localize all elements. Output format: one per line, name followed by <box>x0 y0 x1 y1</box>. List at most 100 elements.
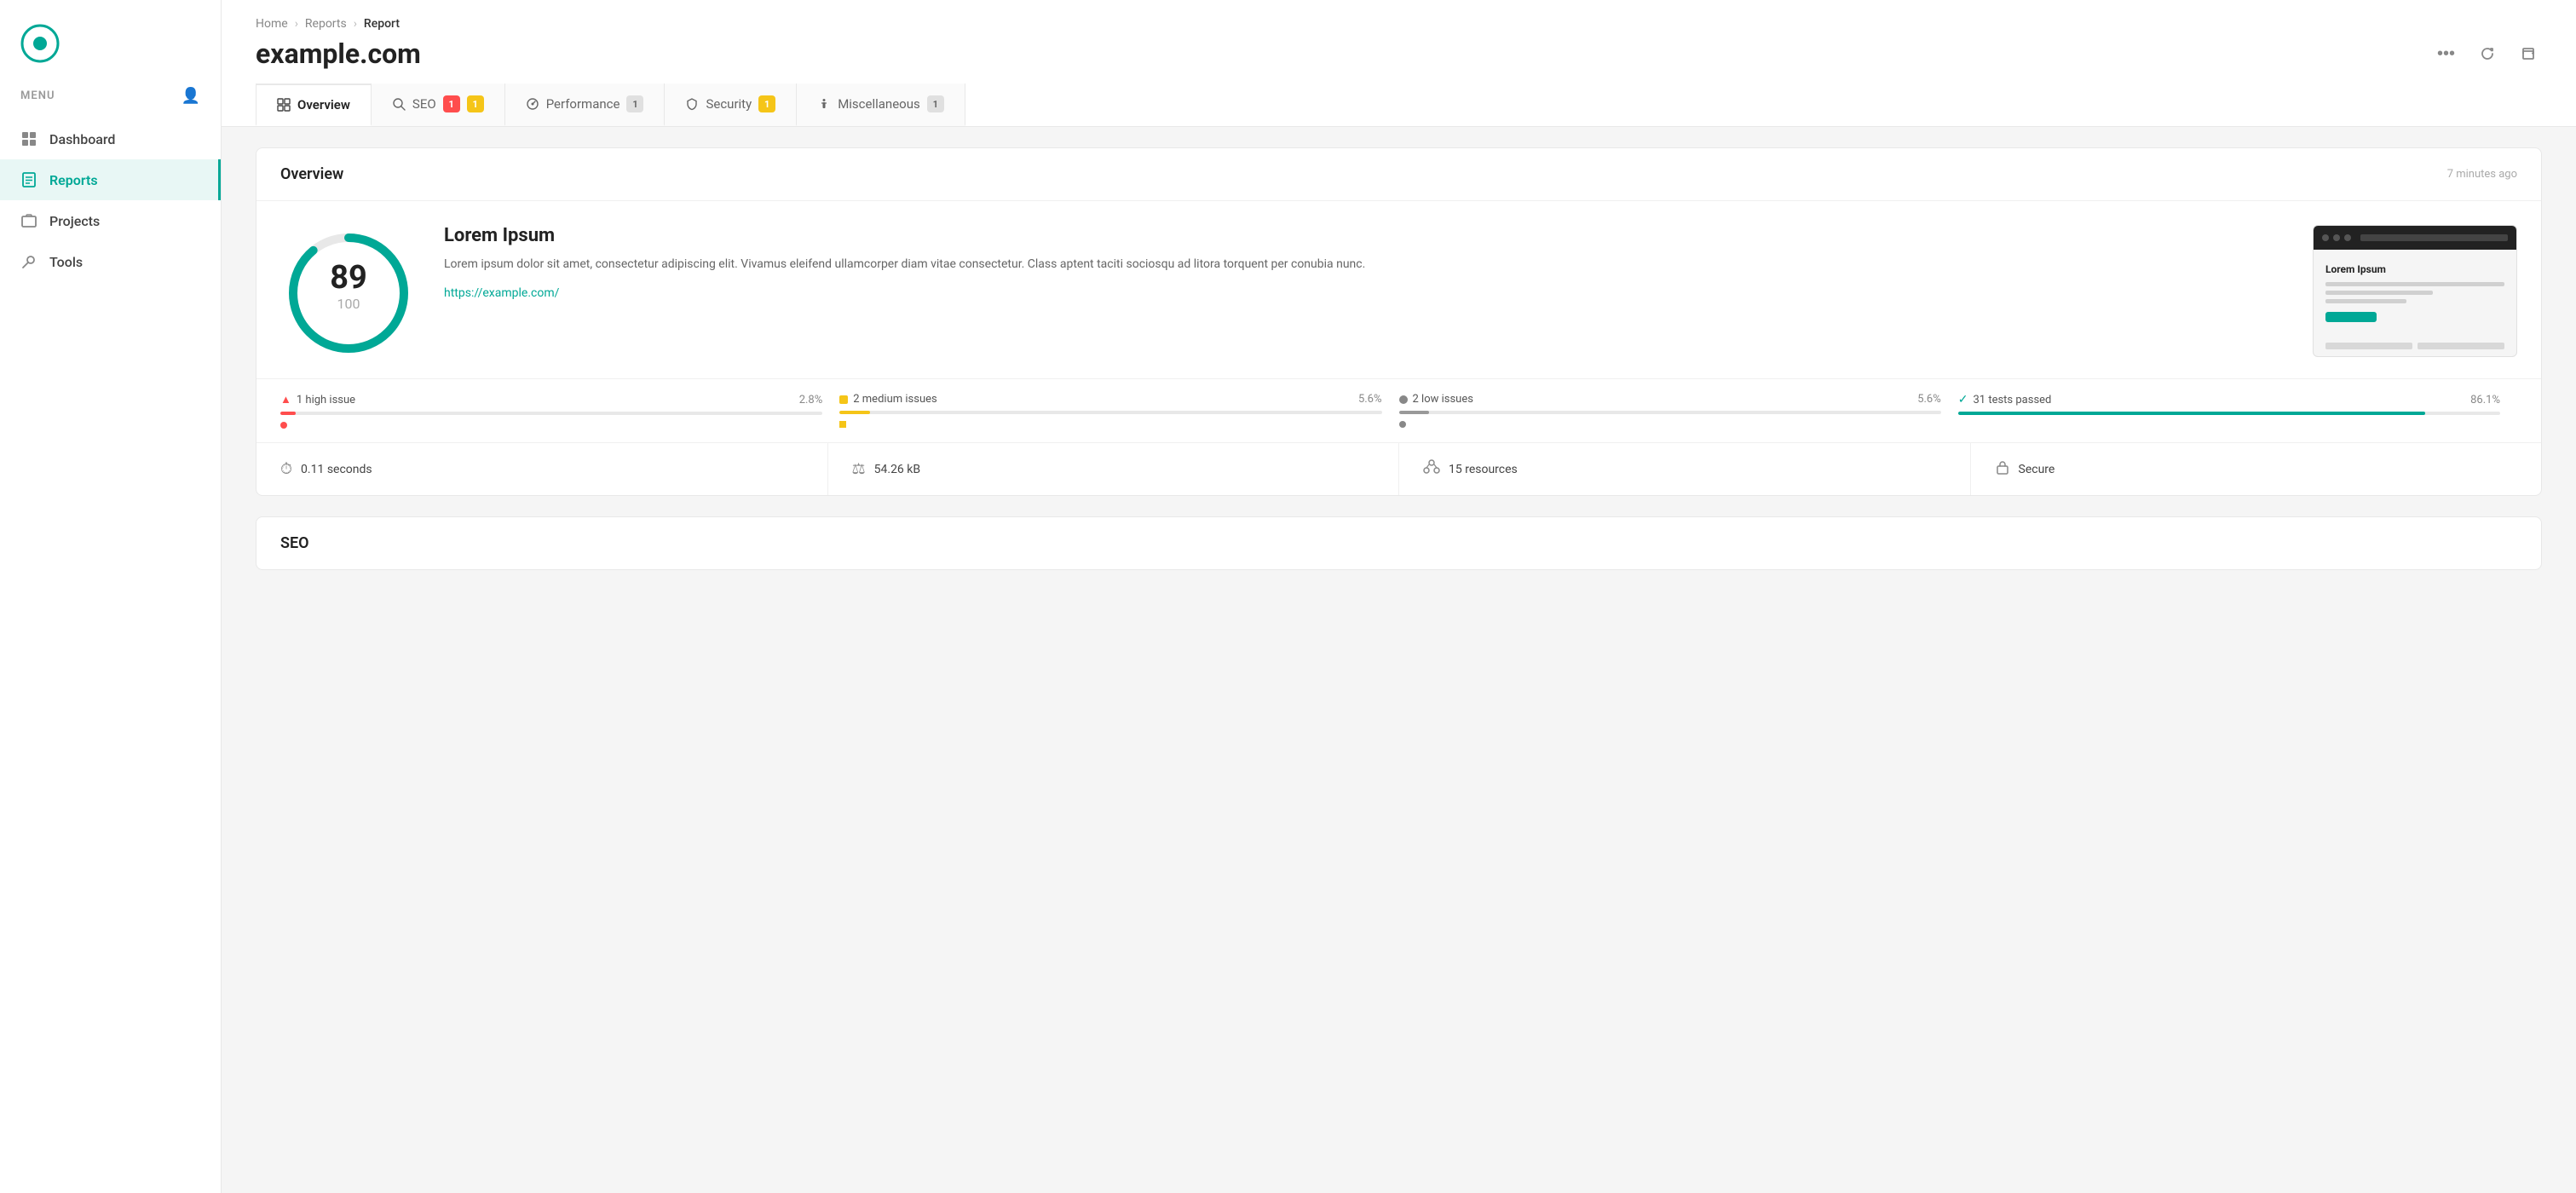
tools-label: Tools <box>49 254 83 270</box>
preview-thumbnail: Lorem Ipsum <box>2313 225 2517 357</box>
tab-misc-label: Miscellaneous <box>838 96 920 112</box>
tab-performance[interactable]: Performance 1 <box>505 84 666 126</box>
score-circle-wrap: 89 100 <box>280 225 417 361</box>
print-button[interactable] <box>2515 40 2542 67</box>
sidebar-item-tools[interactable]: Tools <box>0 241 221 282</box>
refresh-button[interactable] <box>2474 40 2501 67</box>
projects-icon <box>20 212 37 229</box>
stats-row: ▲ 1 high issue 2.8% 2 m <box>256 378 2541 442</box>
seo-badge-yellow: 1 <box>467 95 484 112</box>
sidebar-item-reports[interactable]: Reports <box>0 159 221 200</box>
medium-issue-label: 2 medium issues <box>853 393 936 406</box>
desc-link[interactable]: https://example.com/ <box>444 286 559 300</box>
metric-resources-value: 15 resources <box>1449 463 1518 476</box>
high-issue-label: 1 high issue <box>297 394 355 406</box>
main-content: Home › Reports › Report example.com ••• … <box>222 0 2576 1193</box>
thumb-dot-3 <box>2344 234 2351 241</box>
tabs: Overview SEO 1 1 Performance 1 Security … <box>256 84 2542 126</box>
tab-overview[interactable]: Overview <box>256 84 372 126</box>
thumb-dot-1 <box>2322 234 2329 241</box>
thumb-line-2 <box>2325 291 2433 295</box>
sidebar-item-dashboard[interactable]: Dashboard <box>0 118 221 159</box>
desc-text: Lorem ipsum dolor sit amet, consectetur … <box>444 255 2285 275</box>
score-value: 89 <box>330 259 367 297</box>
metrics-row: ⏱ 0.11 seconds ⚖ 54.26 kB 15 resources <box>256 442 2541 495</box>
size-icon: ⚖ <box>852 460 866 478</box>
thumb-bar <box>2314 226 2516 250</box>
stat-high-issues: ▲ 1 high issue 2.8% <box>280 393 839 429</box>
time-icon: ⏱ <box>280 460 292 478</box>
passed-pct: 86.1% <box>2470 394 2500 406</box>
tools-icon <box>20 253 37 270</box>
reports-icon <box>20 171 37 188</box>
app-logo <box>20 24 60 63</box>
overview-card: Overview 7 minutes ago 89 100 <box>256 147 2542 496</box>
tab-seo-label: SEO <box>412 96 436 112</box>
reports-label: Reports <box>49 172 98 188</box>
thumb-body: Lorem Ipsum <box>2314 250 2516 336</box>
thumb-cta-btn <box>2325 312 2377 322</box>
breadcrumb-current: Report <box>364 17 400 31</box>
low-issue-pct: 5.6% <box>1917 393 1941 406</box>
overview-main: 89 100 Lorem Ipsum Lorem ipsum dolor sit… <box>256 201 2541 378</box>
thumb-footer-block-2 <box>2418 343 2504 349</box>
breadcrumb-sep-2: › <box>354 17 357 31</box>
breadcrumb: Home › Reports › Report <box>256 17 2542 31</box>
sidebar-item-projects[interactable]: Projects <box>0 200 221 241</box>
medium-issue-icon <box>839 395 848 404</box>
low-issue-label: 2 low issues <box>1413 393 1473 406</box>
passed-fill <box>1958 412 2425 415</box>
passed-bar <box>1958 412 2500 415</box>
more-options-button[interactable]: ••• <box>2432 39 2460 69</box>
score-max: 100 <box>337 296 360 312</box>
thumb-footer-block-1 <box>2325 343 2412 349</box>
desc-area: Lorem Ipsum Lorem ipsum dolor sit amet, … <box>444 225 2285 300</box>
high-issue-fill <box>280 412 296 415</box>
seo-header: SEO <box>256 517 2541 569</box>
security-badge: 1 <box>758 95 775 112</box>
desc-title: Lorem Ipsum <box>444 225 2285 246</box>
thumb-line-1 <box>2325 282 2504 286</box>
resources-icon <box>1423 458 1440 480</box>
score-circle: 89 100 <box>280 225 417 361</box>
overview-title: Overview <box>280 165 343 183</box>
metric-time-value: 0.11 seconds <box>301 463 372 476</box>
sidebar-logo <box>0 0 221 80</box>
tab-seo[interactable]: SEO 1 1 <box>372 84 505 126</box>
thumb-line-3 <box>2325 299 2406 303</box>
medium-issue-fill <box>839 411 870 414</box>
tab-miscellaneous[interactable]: Miscellaneous 1 <box>797 84 965 126</box>
dashboard-icon <box>20 130 37 147</box>
page-title: example.com <box>256 37 421 70</box>
low-issue-fill <box>1399 411 1430 414</box>
seo-badge-red: 1 <box>443 95 460 112</box>
breadcrumb-home[interactable]: Home <box>256 17 288 31</box>
metric-time: ⏱ 0.11 seconds <box>256 443 828 495</box>
sidebar-nav: Dashboard Reports Projects <box>0 115 221 285</box>
dashboard-label: Dashboard <box>49 131 115 147</box>
page-title-row: example.com ••• <box>256 37 2542 70</box>
thumb-url-bar <box>2360 234 2508 241</box>
performance-badge: 1 <box>626 95 643 112</box>
metric-size-value: 54.26 kB <box>874 463 920 476</box>
tab-security[interactable]: Security 1 <box>665 84 797 126</box>
overview-header: Overview 7 minutes ago <box>256 148 2541 201</box>
passed-label: 31 tests passed <box>1973 394 2051 406</box>
thumb-footer <box>2314 336 2516 356</box>
breadcrumb-reports[interactable]: Reports <box>305 17 347 31</box>
thumb-dot-2 <box>2333 234 2340 241</box>
overview-timestamp: 7 minutes ago <box>2447 168 2517 181</box>
content-header: Home › Reports › Report example.com ••• … <box>222 0 2576 127</box>
secure-icon <box>1995 459 2010 479</box>
header-actions: ••• <box>2432 39 2542 69</box>
medium-issue-pct: 5.6% <box>1358 393 1382 406</box>
tab-security-label: Security <box>706 96 752 112</box>
high-issue-pct: 2.8% <box>799 394 823 406</box>
stat-low-issues: 2 low issues 5.6% <box>1399 393 1958 429</box>
user-icon[interactable]: 👤 <box>182 87 200 105</box>
low-issue-icon <box>1399 395 1408 404</box>
metric-secure: Secure <box>1971 443 2542 495</box>
misc-badge: 1 <box>927 95 944 112</box>
content-body: Overview 7 minutes ago 89 100 <box>222 127 2576 611</box>
passed-icon: ✓ <box>1958 393 1968 406</box>
